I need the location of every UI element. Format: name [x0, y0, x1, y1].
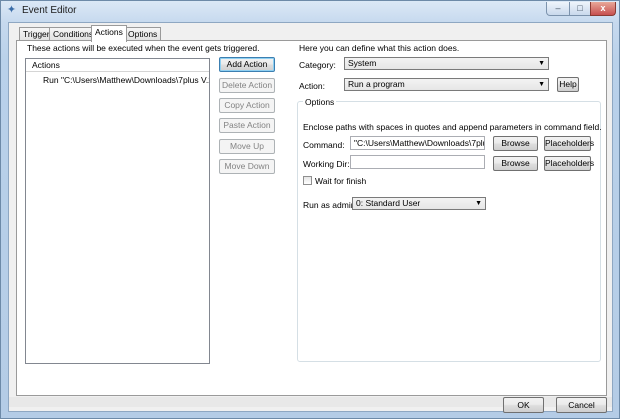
list-column-header[interactable]: Actions: [26, 59, 209, 72]
category-label: Category:: [299, 60, 336, 70]
wait-for-finish-label[interactable]: Wait for finish: [315, 176, 366, 186]
category-value: System: [348, 58, 377, 68]
working-dir-input[interactable]: [350, 155, 485, 169]
tab-options[interactable]: Options: [124, 27, 162, 41]
move-up-button[interactable]: Move Up: [219, 139, 275, 154]
ok-button[interactable]: OK: [503, 397, 544, 413]
category-select[interactable]: System ▼: [344, 57, 549, 70]
actions-description: These actions will be executed when the …: [27, 43, 260, 53]
window-title: Event Editor: [22, 5, 77, 16]
copy-action-button[interactable]: Copy Action: [219, 98, 275, 113]
run-as-admin-select[interactable]: 0: Standard User ▼: [352, 197, 486, 210]
working-dir-label: Working Dir:: [303, 159, 350, 169]
action-label: Action:: [299, 81, 325, 91]
quote-hint: Enclose paths with spaces in quotes and …: [303, 122, 602, 132]
event-editor-window: ✦ Event Editor – □ x Trigger Conditions …: [0, 0, 620, 419]
close-button[interactable]: x: [590, 2, 616, 16]
command-label: Command:: [303, 140, 345, 150]
command-input[interactable]: "C:\Users\Matthew\Downloads\7plus V.: [350, 136, 485, 150]
tab-conditions[interactable]: Conditions: [49, 27, 98, 41]
action-description: Here you can define what this action doe…: [299, 43, 460, 53]
title-bar[interactable]: ✦ Event Editor – □ x: [1, 1, 619, 21]
working-dir-browse-button[interactable]: Browse: [493, 156, 538, 171]
chevron-down-icon: ▼: [538, 60, 545, 67]
minimize-button[interactable]: –: [546, 2, 570, 16]
run-as-admin-label: Run as admin: [303, 200, 356, 210]
maximize-button[interactable]: □: [569, 2, 591, 16]
tab-actions[interactable]: Actions: [91, 25, 127, 42]
cancel-button[interactable]: Cancel: [556, 397, 607, 413]
delete-action-button[interactable]: Delete Action: [219, 78, 275, 93]
chevron-down-icon: ▼: [475, 200, 482, 207]
command-placeholders-button[interactable]: Placeholders: [544, 136, 594, 151]
run-as-admin-value: 0: Standard User: [356, 198, 421, 208]
action-select[interactable]: Run a program ▼: [344, 78, 549, 91]
options-group-title: Options: [303, 97, 337, 107]
paste-action-button[interactable]: Paste Action: [219, 118, 275, 133]
working-dir-placeholders-button[interactable]: Placeholders: [544, 156, 594, 171]
add-action-button[interactable]: Add Action: [219, 57, 275, 72]
command-browse-button[interactable]: Browse: [493, 136, 538, 151]
app-icon: ✦: [6, 4, 17, 16]
move-down-button[interactable]: Move Down: [219, 159, 275, 174]
action-value: Run a program: [348, 79, 405, 89]
list-item[interactable]: Run "C:\Users\Matthew\Downloads\7plus V.…: [26, 74, 209, 87]
wait-for-finish-checkbox[interactable]: [303, 176, 312, 185]
chevron-down-icon: ▼: [538, 81, 545, 88]
help-button[interactable]: Help: [557, 77, 579, 92]
actions-list[interactable]: Actions Run "C:\Users\Matthew\Downloads\…: [25, 58, 210, 364]
